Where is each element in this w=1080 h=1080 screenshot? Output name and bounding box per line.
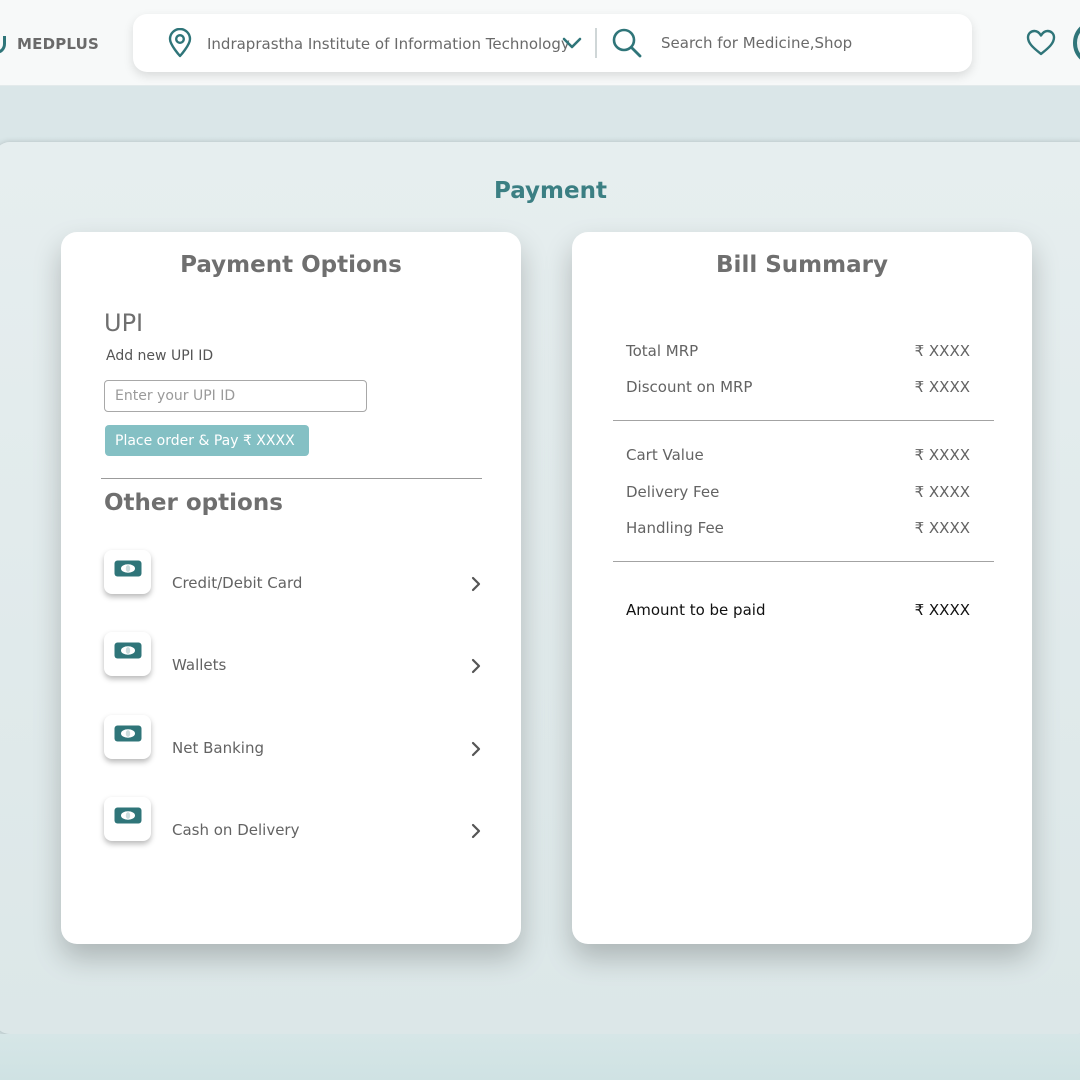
location-search-bar: Indraprastha Institute of Information Te… <box>133 14 972 72</box>
bill-value: ₹ XXXX <box>914 342 970 360</box>
place-order-pay-button[interactable]: Place order & Pay ₹ XXXX <box>105 425 309 456</box>
bill-row-cart-value: Cart Value ₹ XXXX <box>626 446 970 468</box>
page-footer-strip <box>0 1034 1080 1080</box>
total-value: ₹ XXXX <box>914 601 970 619</box>
card-icon <box>114 560 142 577</box>
chevron-right-icon[interactable] <box>470 576 482 596</box>
chevron-right-icon[interactable] <box>470 823 482 843</box>
page-title: Payment <box>494 178 607 204</box>
bill-row-handling-fee: Handling Fee ₹ XXXX <box>626 519 970 541</box>
selected-location[interactable]: Indraprastha Institute of Information Te… <box>207 35 570 53</box>
search-input[interactable] <box>661 30 951 56</box>
bill-value: ₹ XXXX <box>914 483 970 501</box>
chevron-right-icon[interactable] <box>470 741 482 761</box>
upi-id-input[interactable] <box>104 380 367 412</box>
search-icon[interactable] <box>611 27 643 63</box>
option-wallets[interactable]: Wallets <box>104 632 484 678</box>
other-options-heading: Other options <box>104 490 283 516</box>
bill-label: Delivery Fee <box>626 483 720 501</box>
top-navigation-bar: MEDPLUS Indraprastha Institute of Inform… <box>0 0 1080 86</box>
option-cash-on-delivery[interactable]: Cash on Delivery <box>104 797 484 843</box>
option-icon-box <box>104 797 151 841</box>
option-icon-box <box>104 550 151 594</box>
bill-value: ₹ XXXX <box>914 446 970 464</box>
bill-summary-title: Bill Summary <box>716 252 888 278</box>
bill-divider <box>613 420 994 421</box>
bill-value: ₹ XXXX <box>914 519 970 537</box>
bill-label: Total MRP <box>626 342 699 360</box>
bill-row-delivery-fee: Delivery Fee ₹ XXXX <box>626 483 970 505</box>
option-label: Credit/Debit Card <box>172 574 303 592</box>
option-icon-box <box>104 632 151 676</box>
card-icon <box>114 725 142 742</box>
payment-options-title: Payment Options <box>180 252 402 278</box>
bill-label: Cart Value <box>626 446 704 464</box>
bill-row-amount-to-pay: Amount to be paid ₹ XXXX <box>626 601 970 623</box>
chevron-down-icon[interactable] <box>562 35 582 54</box>
heart-icon[interactable] <box>1025 28 1057 62</box>
option-label: Cash on Delivery <box>172 821 300 839</box>
payment-options-card: Payment Options UPI Add new UPI ID Place… <box>61 232 521 944</box>
chevron-right-icon[interactable] <box>470 658 482 678</box>
avatar[interactable] <box>1073 20 1080 66</box>
location-pin-icon[interactable] <box>167 27 193 62</box>
upi-subheading: Add new UPI ID <box>106 348 214 364</box>
bill-label: Discount on MRP <box>626 378 753 396</box>
bill-label: Handling Fee <box>626 519 724 537</box>
bill-row-total-mrp: Total MRP ₹ XXXX <box>626 342 970 364</box>
upi-heading: UPI <box>104 309 144 337</box>
option-icon-box <box>104 715 151 759</box>
card-icon <box>114 642 142 659</box>
bill-value: ₹ XXXX <box>914 378 970 396</box>
search-divider <box>595 28 597 58</box>
options-divider <box>101 478 482 479</box>
card-icon <box>114 807 142 824</box>
option-label: Net Banking <box>172 739 264 757</box>
total-label: Amount to be paid <box>626 601 766 619</box>
bill-row-discount: Discount on MRP ₹ XXXX <box>626 378 970 400</box>
brand-name[interactable]: MEDPLUS <box>17 35 99 53</box>
option-label: Wallets <box>172 656 227 674</box>
option-net-banking[interactable]: Net Banking <box>104 715 484 761</box>
bill-divider <box>613 561 994 562</box>
bill-summary-card: Bill Summary Total MRP ₹ XXXX Discount o… <box>572 232 1032 944</box>
logo-icon <box>0 36 6 54</box>
option-credit-debit-card[interactable]: Credit/Debit Card <box>104 550 484 596</box>
